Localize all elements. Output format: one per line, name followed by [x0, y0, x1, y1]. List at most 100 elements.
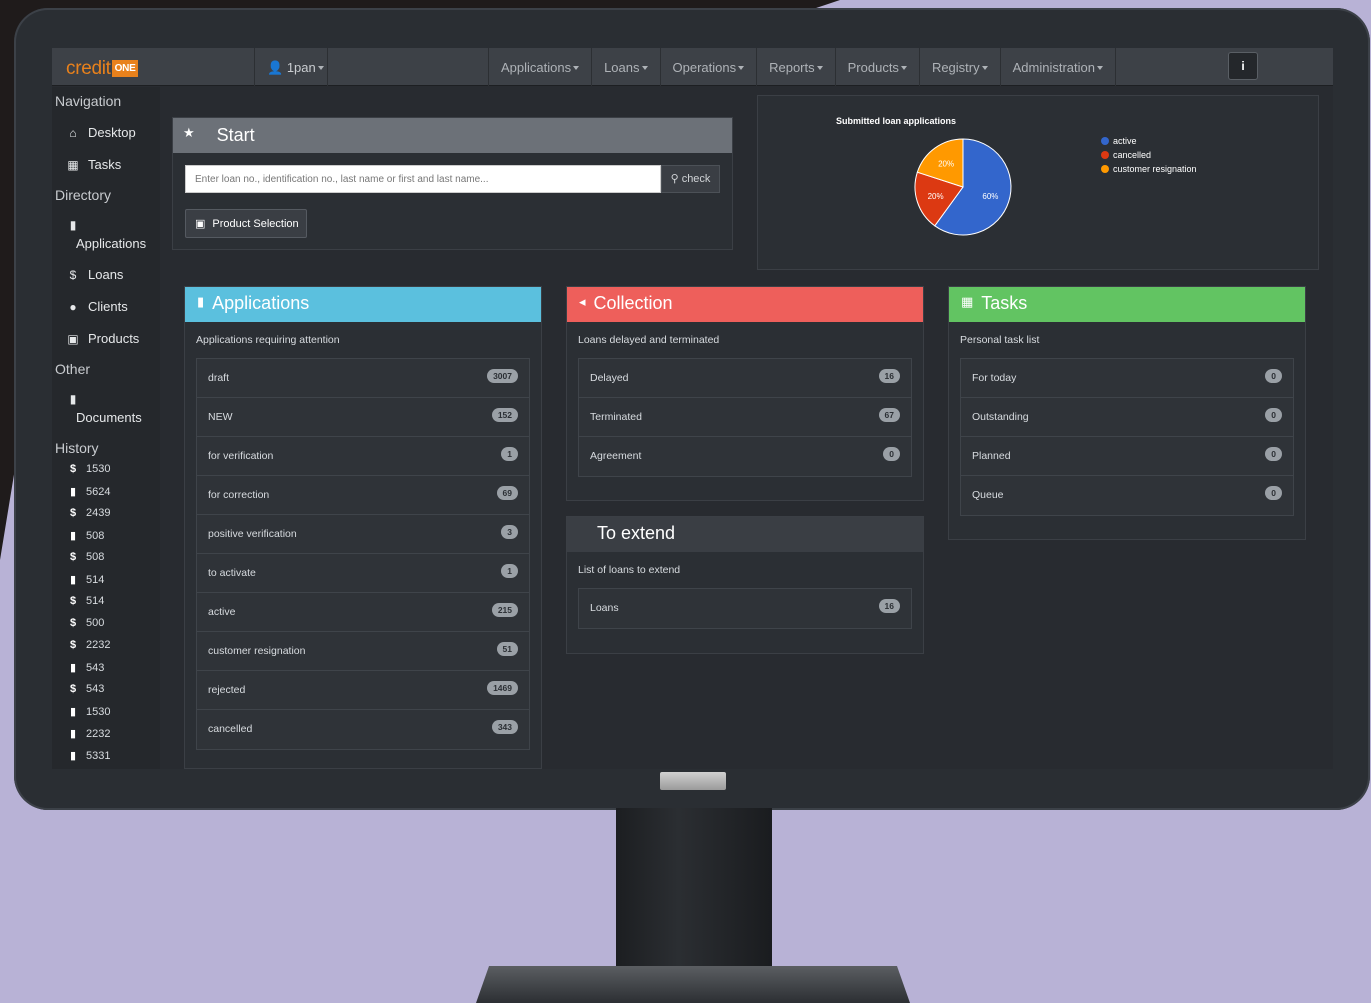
history-item[interactable]: $514: [68, 595, 104, 607]
file-icon: ▮: [69, 530, 77, 542]
history-item-label: 2232: [86, 639, 111, 651]
sidebar-heading-directory: Directory: [55, 187, 112, 203]
tasks-panel-header: ▦ Tasks: [949, 287, 1305, 322]
chevron-down-icon: [1097, 66, 1103, 70]
list-item[interactable]: positive verification 3: [197, 515, 529, 554]
collection-subtitle: Loans delayed and terminated: [578, 334, 720, 346]
list-item-label: Outstanding: [972, 411, 1029, 423]
pie-slice-label: 20%: [928, 192, 944, 201]
history-item-label: 514: [86, 595, 105, 607]
history-item[interactable]: $1530: [68, 463, 111, 475]
chevron-down-icon: [900, 66, 907, 70]
sidebar-item-documents[interactable]: ▮ Documents: [66, 391, 156, 425]
list-item[interactable]: to activate 1: [197, 554, 529, 593]
list-item[interactable]: NEW 152: [197, 398, 529, 437]
list-item[interactable]: Planned 0: [961, 437, 1293, 476]
list-item[interactable]: cancelled 343: [197, 710, 529, 749]
history-item[interactable]: $543: [68, 683, 104, 695]
list-item[interactable]: For today 0: [961, 359, 1293, 398]
search-input[interactable]: Enter loan no., identification no., last…: [185, 165, 661, 193]
sidebar-heading-navigation: Navigation: [55, 93, 122, 109]
file-icon: ▮: [69, 662, 77, 674]
list-item[interactable]: Queue 0: [961, 476, 1293, 515]
list-item[interactable]: Loans 16: [579, 589, 911, 628]
user-menu[interactable]: 👤 1pan: [254, 48, 328, 86]
file-icon: ▮: [69, 486, 77, 498]
chevron-down-icon: [317, 66, 324, 70]
app-logo[interactable]: credit ONE: [66, 58, 139, 79]
menu-loans[interactable]: Loans: [591, 48, 659, 86]
legend-item-customer-resignation[interactable]: customer resignation: [1101, 162, 1197, 176]
list-item[interactable]: customer resignation 51: [197, 632, 529, 671]
history-item[interactable]: $508: [68, 551, 104, 563]
history-item[interactable]: $2232: [68, 639, 111, 651]
count-badge: 0: [883, 447, 900, 461]
sidebar-item-loans[interactable]: $ Loans: [66, 267, 124, 282]
legend-dot: [1101, 137, 1109, 145]
history-item[interactable]: ▮ 514: [68, 573, 104, 586]
history-item[interactable]: ▮ 1530: [68, 705, 111, 718]
count-badge: 215: [491, 603, 518, 617]
sidebar-item-applications[interactable]: ▮ Applications: [66, 217, 156, 251]
list-item[interactable]: for verification 1: [197, 437, 529, 476]
history-item[interactable]: ▮ 5331: [68, 749, 111, 762]
menu-administration[interactable]: Administration: [999, 48, 1116, 86]
extend-subtitle: List of loans to extend: [578, 564, 681, 576]
list-item[interactable]: Agreement 0: [579, 437, 911, 476]
documents-icon: ▮: [69, 392, 77, 406]
menu-reports[interactable]: Reports: [756, 48, 835, 86]
list-item[interactable]: Terminated 67: [579, 398, 911, 437]
history-item[interactable]: ▮ 2232: [68, 727, 111, 740]
monitor-stand-base: [476, 966, 910, 1003]
tasks-panel: ▦ Tasks Personal task list For today 0 Outs…: [948, 286, 1306, 540]
collection-panel: ◂ Collection Loans delayed and terminated…: [566, 286, 924, 501]
history-item[interactable]: ▮ 508: [68, 529, 104, 542]
list-item-label: For today: [972, 372, 1017, 384]
monitor-stand-neck: [616, 808, 772, 984]
calendar-icon: ▦: [961, 294, 974, 309]
history-item[interactable]: ▮ 5624: [68, 485, 111, 498]
pie-slice-label: 60%: [982, 192, 998, 201]
menu-registry[interactable]: Registry: [918, 48, 1000, 86]
sidebar-item-tasks[interactable]: ▦ Tasks: [66, 157, 121, 172]
legend-item-cancelled[interactable]: cancelled: [1101, 148, 1197, 162]
user-name: 1pan: [286, 60, 316, 75]
dollar-icon: $: [69, 463, 77, 475]
check-button[interactable]: ⚲ check: [661, 165, 720, 193]
count-badge: 152: [491, 408, 518, 422]
list-item[interactable]: Delayed 16: [579, 359, 911, 398]
sidebar-item-clients[interactable]: ● Clients: [66, 299, 127, 314]
list-item[interactable]: Outstanding 0: [961, 398, 1293, 437]
menu-products[interactable]: Products: [834, 48, 919, 86]
list-item[interactable]: rejected 1469: [197, 671, 529, 710]
count-badge: 1: [501, 447, 518, 461]
list-item[interactable]: draft 3007: [197, 359, 529, 398]
sidebar-item-products[interactable]: ▣ Products: [66, 331, 139, 346]
history-item[interactable]: $500: [68, 617, 104, 629]
monitor-brand-logo: [660, 772, 726, 790]
history-item-label: 1530: [86, 463, 111, 475]
count-badge: 69: [496, 486, 518, 500]
count-badge: 0: [1265, 486, 1282, 500]
collection-panel-header: ◂ Collection: [567, 287, 923, 322]
count-badge: 0: [1265, 369, 1282, 383]
extend-list: Loans 16: [578, 588, 912, 629]
pie-slice-label: 20%: [938, 160, 954, 169]
legend-item-active[interactable]: active: [1101, 134, 1197, 148]
product-selection-button[interactable]: ▣ Product Selection: [185, 209, 307, 238]
tasks-subtitle: Personal task list: [960, 334, 1040, 346]
sidebar-item-desktop[interactable]: ⌂ Desktop: [66, 125, 135, 140]
menu-applications[interactable]: Applications: [487, 48, 591, 86]
logo-text: credit: [66, 58, 111, 79]
history-item[interactable]: ▮ 543: [68, 661, 104, 674]
list-item[interactable]: for correction 69: [197, 476, 529, 515]
list-item-label: for verification: [208, 450, 274, 462]
history-item-label: 543: [86, 683, 105, 695]
list-item[interactable]: active 215: [197, 593, 529, 632]
history-item[interactable]: $2439: [68, 507, 111, 519]
start-panel-header: ★ Start: [173, 118, 732, 153]
info-button[interactable]: i: [1228, 52, 1258, 80]
history-item-label: 5624: [86, 486, 111, 498]
menu-operations[interactable]: Operations: [659, 48, 757, 86]
file-icon: ▮: [69, 574, 77, 586]
